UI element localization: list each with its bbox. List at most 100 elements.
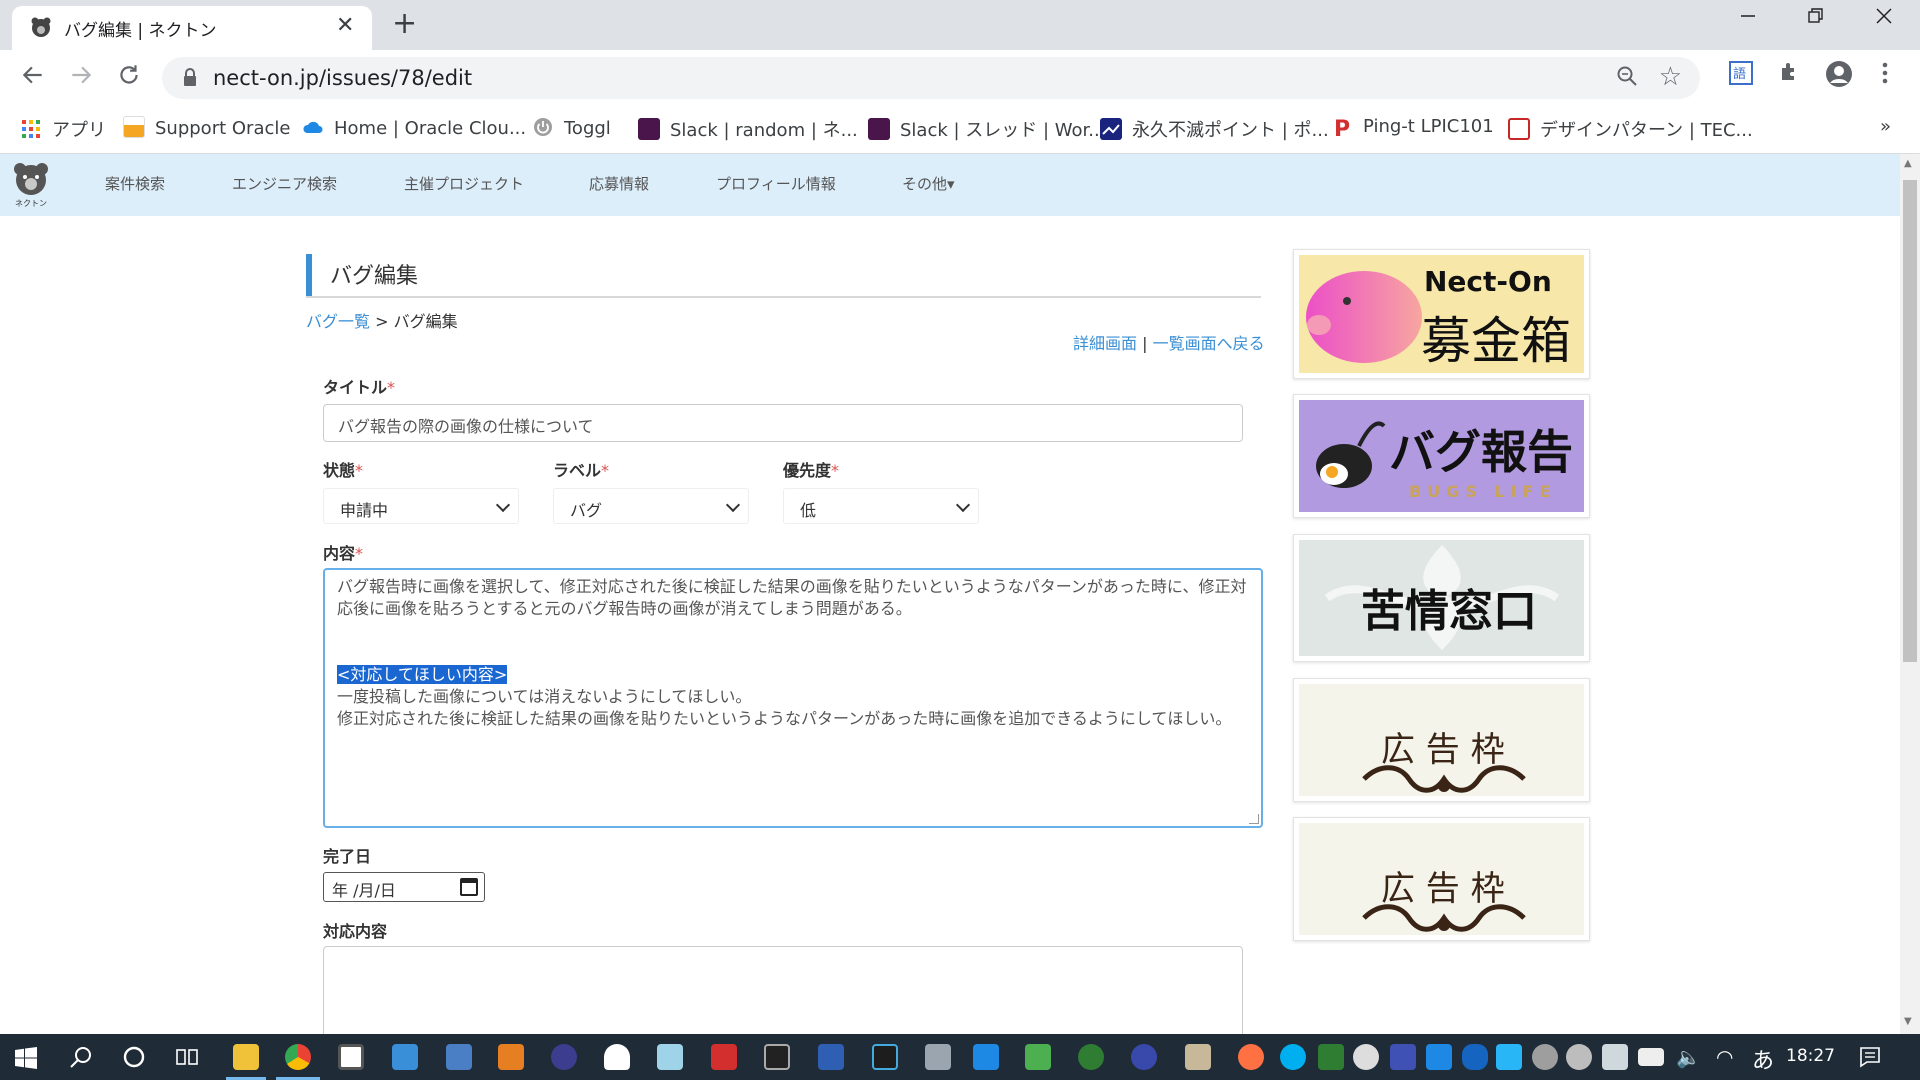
ad-donation-box[interactable]: Nect-On 募金箱 (1293, 249, 1590, 379)
app-icon[interactable] (446, 1044, 472, 1070)
scroll-up-icon[interactable]: ▲ (1904, 158, 1912, 169)
nav-engineer-search[interactable]: エンジニア検索 (232, 173, 337, 194)
priority-select[interactable]: 低 (783, 488, 979, 524)
new-tab-button[interactable]: + (392, 6, 417, 42)
battery-icon[interactable] (1638, 1048, 1664, 1066)
skype-icon[interactable] (1280, 1044, 1306, 1070)
clock[interactable]: 18:27 (1786, 1046, 1835, 1066)
chrome-icon[interactable] (285, 1044, 311, 1070)
detail-link[interactable]: 詳細画面 (1073, 334, 1137, 353)
ad-subtitle: BUGS LIFE (1409, 482, 1557, 501)
resize-handle-icon[interactable] (1249, 814, 1259, 824)
windows-start-icon[interactable] (14, 1046, 38, 1070)
browser-tab-active[interactable]: バグ編集 | ネクトン ✕ (12, 6, 372, 50)
bookmark-eikyu-point[interactable]: 永久不滅ポイント | ポ... (1100, 116, 1329, 142)
forward-arrow-icon[interactable] (68, 62, 94, 95)
app-icon[interactable] (392, 1044, 418, 1070)
title-input[interactable]: バグ報告の際の画像の仕様について (323, 404, 1243, 442)
address-bar[interactable]: nect-on.jp/issues/78/edit ☆ (162, 57, 1700, 99)
bookmark-support-oracle[interactable]: Support Oracle (123, 116, 290, 139)
firefox-icon[interactable] (1238, 1044, 1264, 1070)
scrollbar-thumb[interactable] (1903, 180, 1917, 662)
app-icon[interactable] (818, 1044, 844, 1070)
tray-app-icon[interactable] (1426, 1044, 1452, 1070)
bookmark-design-pattern[interactable]: デザインパターン | TEC... (1508, 116, 1753, 142)
extensions-puzzle-icon[interactable] (1778, 60, 1802, 90)
bookmark-star-icon[interactable]: ☆ (1659, 62, 1682, 92)
app-icon[interactable] (872, 1044, 898, 1070)
cortana-icon[interactable] (122, 1045, 146, 1069)
calendar-icon[interactable] (460, 878, 478, 896)
app-icon[interactable] (657, 1044, 683, 1070)
ad-subtitle: 募金箱 (1421, 312, 1571, 370)
nav-applications[interactable]: 応募情報 (589, 173, 649, 194)
app-icon[interactable] (1078, 1044, 1104, 1070)
ime-indicator[interactable]: あ (1752, 1043, 1774, 1075)
volume-icon[interactable]: 🔈 (1676, 1045, 1701, 1069)
search-icon[interactable] (68, 1045, 94, 1071)
app-icon[interactable] (604, 1044, 630, 1070)
content-textarea[interactable]: バグ報告時に画像を選択して、修正対応された後に検証した結果の画像を貼りたいという… (323, 568, 1263, 828)
nav-other-dropdown[interactable]: その他▾ (902, 173, 955, 194)
tray-app-icon[interactable] (1496, 1044, 1522, 1070)
app-icon[interactable] (1025, 1044, 1051, 1070)
status-select[interactable]: 申請中 (323, 488, 519, 524)
ad-slot-2[interactable]: 広 告 枠 (1293, 817, 1590, 941)
bookmark-apps[interactable]: アプリ (20, 116, 106, 142)
bookmark-ping-t[interactable]: P Ping-t LPIC101 (1331, 116, 1494, 141)
back-to-list-link[interactable]: 一覧画面へ戻る (1153, 334, 1265, 353)
nav-profile[interactable]: プロフィール情報 (716, 173, 836, 194)
page-scrollbar[interactable]: ▲ ▼ (1900, 154, 1920, 1034)
ad-slot-1[interactable]: 広 告 枠 (1293, 678, 1590, 802)
security-shield-icon[interactable] (1318, 1044, 1344, 1070)
ad-complaint-window[interactable]: 苦情窓口 (1293, 534, 1590, 662)
bookmark-oracle-cloud[interactable]: Home | Oracle Clou... (302, 116, 526, 139)
bookmark-slack-random[interactable]: Slack | random | ネ... (638, 116, 858, 142)
nect-on-logo-icon[interactable]: ネクトン (10, 160, 52, 208)
due-date-input[interactable]: 年 /月/日 (323, 872, 485, 902)
tray-app-icon[interactable] (1390, 1044, 1416, 1070)
bookmark-slack-thread[interactable]: Slack | スレッド | Wor... (868, 116, 1105, 142)
restore-icon[interactable] (1806, 6, 1826, 31)
notification-center-icon[interactable] (1858, 1045, 1882, 1069)
nav-project-search[interactable]: 案件検索 (105, 173, 165, 194)
eclipse-icon[interactable] (551, 1044, 577, 1070)
matlab-icon[interactable] (498, 1044, 524, 1070)
reload-icon[interactable] (116, 62, 142, 95)
breadcrumb-bug-list-link[interactable]: バグ一覧 (306, 312, 370, 331)
tray-app-icon[interactable] (1532, 1044, 1558, 1070)
label-select[interactable]: バグ (553, 488, 749, 524)
task-view-icon[interactable] (174, 1045, 200, 1069)
url-text[interactable]: nect-on.jp/issues/78/edit (213, 66, 472, 90)
wifi-icon[interactable]: ◠ (1716, 1045, 1733, 1069)
minimize-icon[interactable] (1738, 6, 1758, 31)
app-icon[interactable] (711, 1044, 737, 1070)
ad-bug-report[interactable]: バグ報告 BUGS LIFE (1293, 394, 1590, 518)
nav-hosted-projects[interactable]: 主催プロジェクト (404, 173, 524, 194)
extension-dictionary-icon[interactable]: 語 (1728, 60, 1754, 92)
close-window-icon[interactable] (1874, 6, 1894, 31)
bookmarks-overflow-icon[interactable]: » (1880, 116, 1891, 137)
back-arrow-icon[interactable] (20, 62, 46, 95)
content-line: バグ報告時に画像を選択して、修正対応された後に検証した結果の画像を貼りたいという… (337, 577, 1247, 596)
zoom-icon[interactable] (1616, 65, 1638, 93)
mail-icon[interactable] (973, 1044, 999, 1070)
store-icon[interactable] (338, 1044, 364, 1070)
tray-app-icon[interactable] (1566, 1044, 1592, 1070)
profile-avatar-icon[interactable] (1825, 60, 1853, 94)
file-explorer-icon[interactable] (233, 1044, 259, 1070)
page-action-links: 詳細画面 | 一覧画面へ戻る (1073, 330, 1265, 354)
bookmark-toggl[interactable]: Toggl (532, 116, 611, 139)
app-icon[interactable] (1185, 1044, 1211, 1070)
scroll-down-icon[interactable]: ▼ (1904, 1016, 1912, 1027)
tab-close-icon[interactable]: ✕ (336, 13, 354, 38)
terminal-icon[interactable] (764, 1044, 790, 1070)
bluetooth-icon[interactable] (1462, 1044, 1488, 1070)
display-icon[interactable] (1602, 1044, 1628, 1070)
logo-text: ネクトン (15, 199, 47, 208)
response-textarea[interactable] (323, 946, 1243, 1034)
onedrive-icon[interactable] (1353, 1044, 1379, 1070)
app-icon[interactable] (925, 1044, 951, 1070)
chrome-menu-icon[interactable] (1880, 60, 1890, 92)
app-icon[interactable] (1131, 1044, 1157, 1070)
